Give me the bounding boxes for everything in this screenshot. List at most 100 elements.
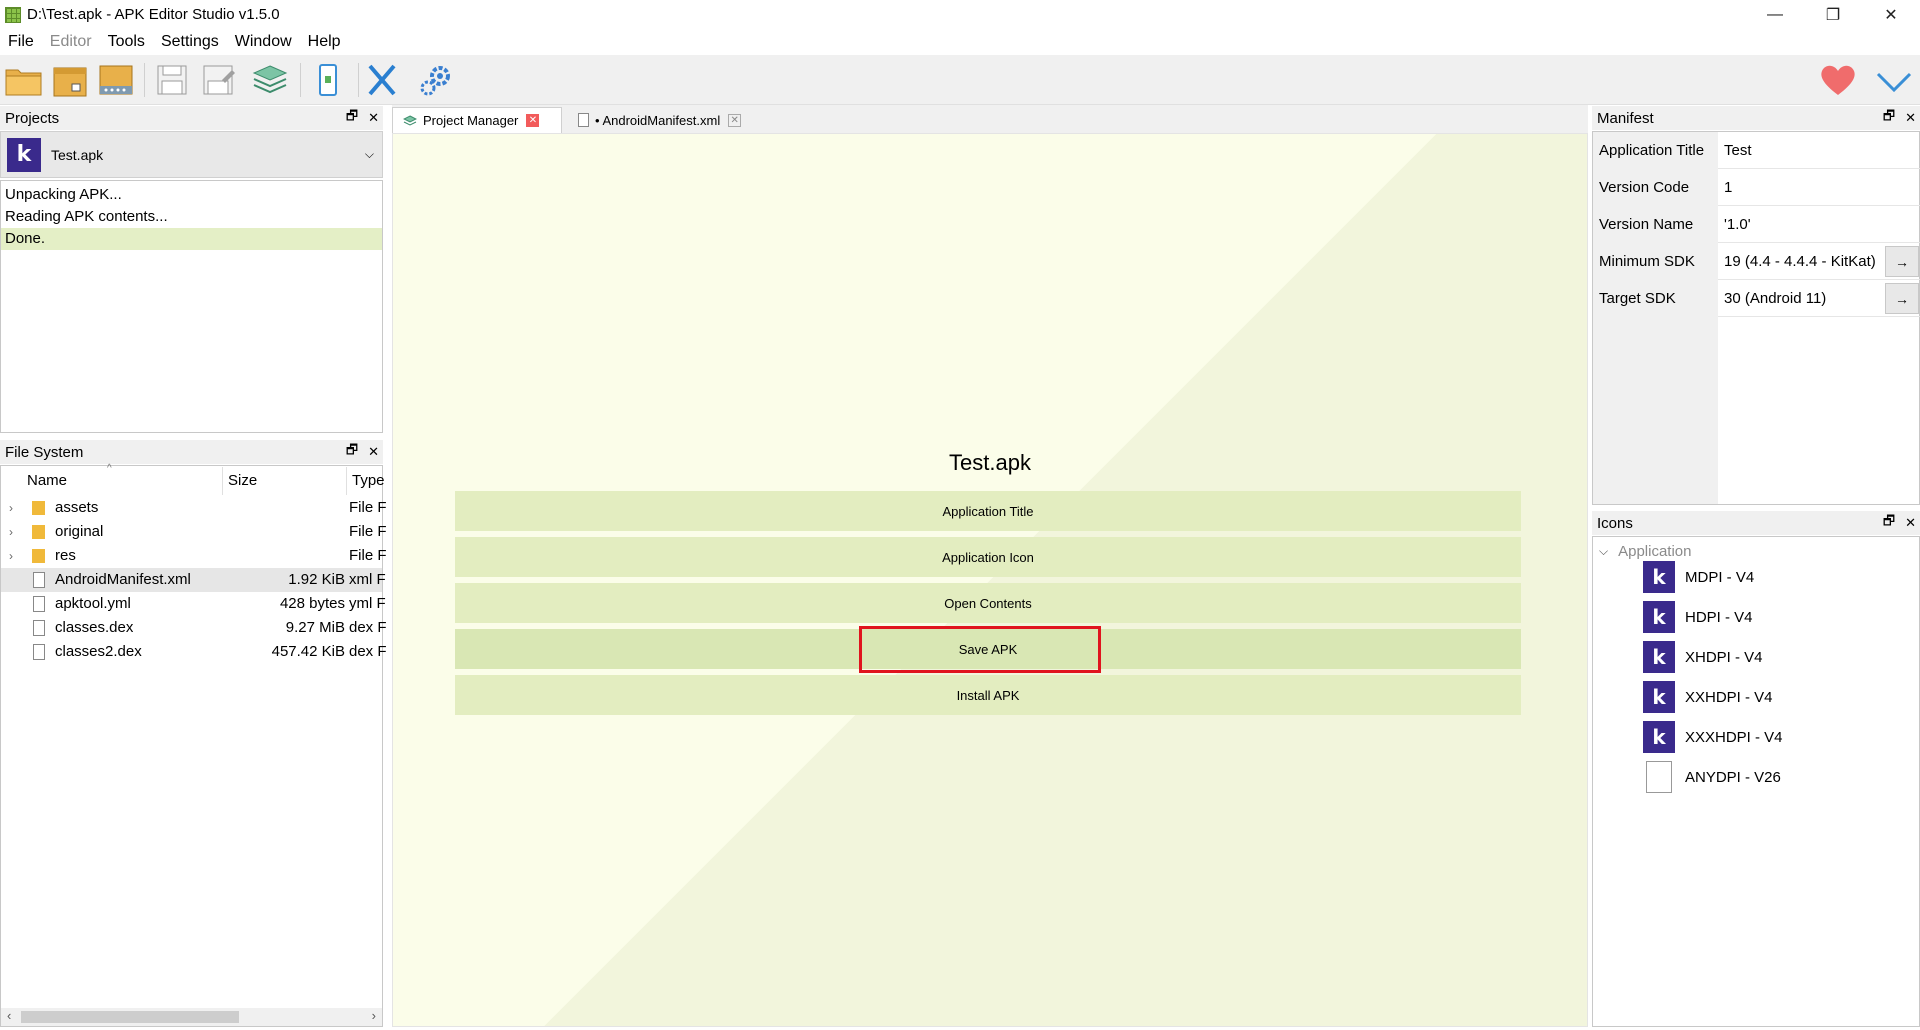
table-row[interactable]: › res File F (1, 544, 387, 568)
float-icon[interactable]: 🗗 (346, 107, 358, 129)
manifest-title: Manifest (1597, 109, 1654, 127)
column-name[interactable]: Name (1, 467, 223, 495)
manifest-row[interactable]: Application Title Test (1594, 132, 1920, 169)
tab-close-icon[interactable]: ✕ (526, 114, 540, 127)
manifest-value[interactable]: 1 (1720, 169, 1732, 206)
archive-button[interactable] (94, 59, 138, 101)
sort-indicator-icon: ^ (107, 463, 112, 474)
table-row[interactable]: apktool.yml 428 bytes yml F (1, 592, 386, 616)
check-updates-button[interactable] (1872, 59, 1916, 101)
project-title: Test.apk (949, 450, 1031, 475)
menu-tools[interactable]: Tools (100, 29, 153, 55)
scroll-left-icon[interactable]: ‹ (7, 1008, 11, 1023)
open-apk-button[interactable] (2, 59, 46, 101)
projects-title: Projects (5, 109, 60, 127)
expand-arrow-icon[interactable]: › (9, 496, 13, 520)
manifest-row[interactable]: Target SDK 30 (Android 11) → (1594, 280, 1920, 317)
settings-button[interactable] (414, 59, 458, 101)
filesystem-title: File System (5, 443, 84, 461)
save-button[interactable] (150, 59, 194, 101)
menu-editor[interactable]: Editor (42, 29, 100, 55)
icon-item[interactable]: ANYDPI - V26 (1643, 759, 1781, 795)
menu-file[interactable]: File (0, 29, 42, 55)
open-project-button[interactable] (48, 59, 92, 101)
table-row[interactable]: › assets File F (1, 496, 387, 520)
tab-close-icon[interactable]: ✕ (728, 113, 742, 127)
close-apk-button[interactable] (360, 59, 404, 101)
application-icon-button[interactable]: Application Icon (455, 537, 1521, 577)
manifest-dock-title: Manifest 🗗 ✕ (1592, 106, 1920, 130)
float-icon[interactable]: 🗗 (1883, 512, 1895, 534)
icon-item[interactable]: k XHDPI - V4 (1643, 639, 1763, 675)
project-selector[interactable]: k Test.apk ⌵ (0, 131, 383, 178)
manifest-row[interactable]: Version Code 1 (1594, 169, 1920, 206)
manifest-row[interactable]: Version Name '1.0' (1594, 206, 1920, 243)
icons-title: Icons (1597, 514, 1633, 532)
close-icon[interactable]: ✕ (1905, 110, 1916, 126)
manifest-value[interactable]: 19 (4.4 - 4.4.4 - KitKat) (1720, 243, 1876, 280)
install-apk-button[interactable]: Install APK (455, 675, 1521, 715)
float-icon[interactable]: 🗗 (1883, 107, 1895, 129)
icon-item-label: XHDPI - V4 (1685, 648, 1763, 666)
table-row[interactable]: classes.dex 9.27 MiB dex F (1, 616, 387, 640)
icon-item-label: MDPI - V4 (1685, 568, 1755, 586)
file-name: apktool.yml (55, 595, 131, 612)
apk-k-icon: k (1643, 721, 1675, 753)
save-as-button[interactable] (196, 59, 240, 101)
icons-tree: ⌵ Application k MDPI - V4 k HDPI - V4 k … (1592, 536, 1920, 1027)
project-manager-button[interactable] (248, 59, 292, 101)
column-type[interactable]: Type (347, 467, 385, 495)
file-type: yml F (349, 595, 386, 612)
close-icon[interactable]: ✕ (1905, 515, 1916, 531)
maximize-button[interactable]: ❐ (1804, 0, 1862, 29)
apk-k-icon: k (1643, 641, 1675, 673)
manifest-value[interactable]: 30 (Android 11) (1720, 280, 1826, 317)
icon-item[interactable]: k XXXHDPI - V4 (1643, 719, 1783, 755)
menu-settings[interactable]: Settings (153, 29, 227, 55)
manifest-row[interactable]: Minimum SDK 19 (4.4 - 4.4.4 - KitKat) → (1594, 243, 1920, 280)
table-row[interactable]: › original File F (1, 520, 387, 544)
icon-item-label: XXXHDPI - V4 (1685, 728, 1783, 746)
expand-arrow-icon[interactable]: › (9, 520, 13, 544)
minimize-button[interactable]: — (1746, 0, 1804, 29)
icon-item[interactable]: k XXHDPI - V4 (1643, 679, 1773, 715)
apk-k-icon: k (7, 137, 41, 172)
close-icon[interactable]: ✕ (368, 110, 379, 126)
icon-item[interactable]: k HDPI - V4 (1643, 599, 1753, 635)
arrow-right-icon[interactable]: → (1885, 283, 1919, 314)
apk-k-icon: k (1643, 601, 1675, 633)
chevron-down-icon[interactable]: ⌵ (1599, 544, 1608, 559)
open-contents-button[interactable]: Open Contents (455, 583, 1521, 623)
column-size[interactable]: Size (223, 467, 347, 495)
menu-window[interactable]: Window (227, 29, 300, 55)
close-icon[interactable]: ✕ (368, 444, 379, 460)
chevron-down-icon: ⌵ (364, 147, 374, 161)
save-icon (157, 65, 187, 95)
close-window-button[interactable]: ✕ (1862, 0, 1920, 29)
file-name: AndroidManifest.xml (55, 571, 191, 588)
open-project-icon (53, 67, 87, 97)
device-manager-button[interactable] (306, 59, 350, 101)
table-row[interactable]: classes2.dex 457.42 KiB dex F (1, 640, 387, 664)
manifest-value[interactable]: '1.0' (1720, 206, 1751, 243)
icon-item[interactable]: k MDPI - V4 (1643, 559, 1754, 595)
arrow-right-icon[interactable]: → (1885, 246, 1919, 277)
file-name: assets (55, 499, 99, 516)
menu-help[interactable]: Help (300, 29, 349, 55)
folder-icon (32, 549, 45, 563)
scroll-right-icon[interactable]: › (372, 1008, 376, 1023)
application-title-button[interactable]: Application Title (455, 491, 1521, 531)
toolbar (0, 55, 1920, 105)
expand-arrow-icon[interactable]: › (9, 544, 13, 568)
tab-project-manager[interactable]: Project Manager ✕ (392, 107, 562, 133)
donate-button[interactable] (1816, 59, 1860, 101)
manifest-value[interactable]: Test (1720, 132, 1752, 169)
log-line: Unpacking APK... (5, 186, 122, 203)
horizontal-scrollbar[interactable]: ‹ › (1, 1008, 382, 1026)
scrollbar-thumb[interactable] (21, 1011, 239, 1023)
icon-item-label: XXHDPI - V4 (1685, 688, 1773, 706)
table-row[interactable]: AndroidManifest.xml 1.92 KiB xml F (1, 568, 386, 592)
float-icon[interactable]: 🗗 (346, 441, 358, 463)
donate-heart-icon (1821, 65, 1855, 95)
tab-android-manifest[interactable]: • AndroidManifest.xml ✕ (568, 107, 748, 133)
